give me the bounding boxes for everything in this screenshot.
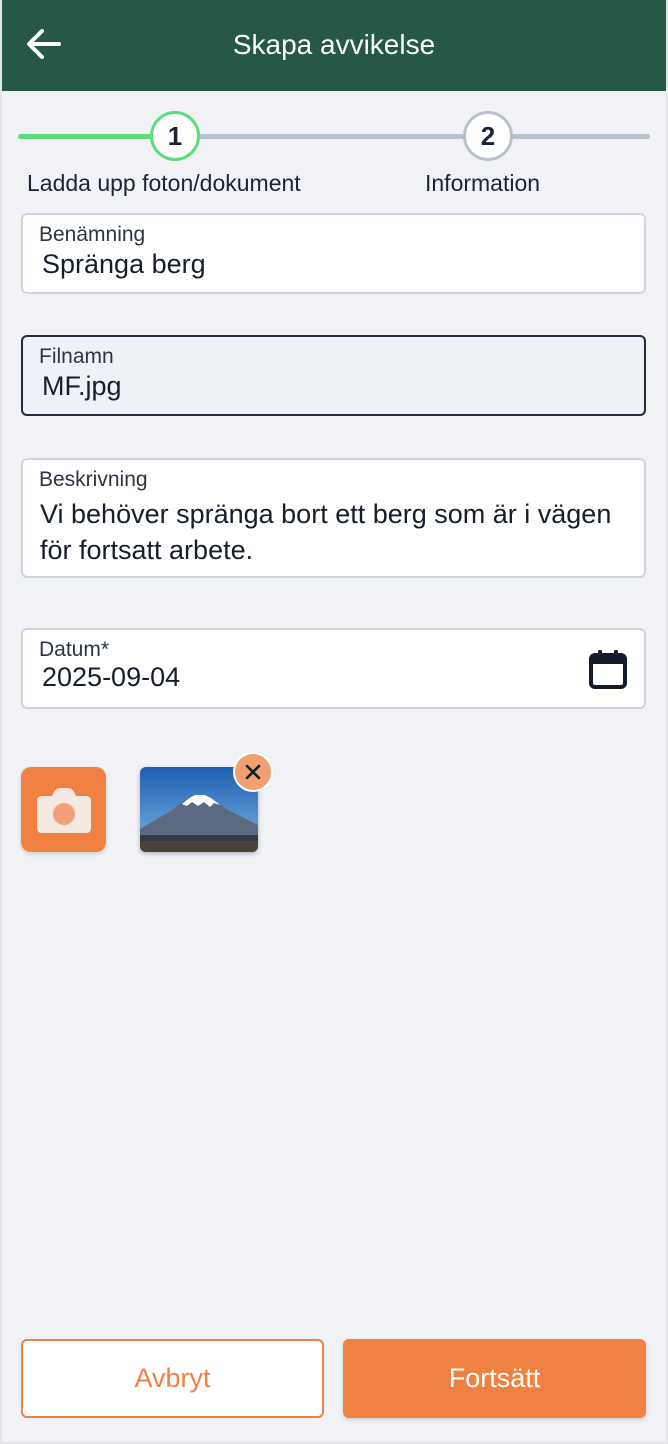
stepper-progress-line [18, 134, 154, 139]
name-field-value: Spränga berg [42, 249, 206, 279]
date-field[interactable]: Datum* 2025-09-04 [21, 628, 646, 709]
description-field-value: Vi behöver spränga bort ett berg som är … [40, 499, 612, 565]
step-1-label: Ladda upp foton/dokument [27, 170, 301, 196]
description-field-label: Beskrivning [39, 468, 148, 491]
calendar-icon [589, 650, 627, 689]
step-1-indicator: 1 [150, 111, 200, 161]
name-field[interactable]: Benämning Spränga berg [21, 213, 646, 294]
name-field-label: Benämning [39, 223, 146, 246]
filename-field-label: Filnamn [39, 345, 114, 368]
page-title: Skapa avvikelse [232, 29, 436, 60]
stepper-connector-line [198, 134, 466, 139]
step-2-label: Information [425, 170, 541, 196]
camera-icon [36, 787, 91, 833]
stepper-tail-line [510, 134, 650, 139]
app-header: Skapa avvikelse [0, 0, 668, 91]
close-icon [245, 764, 261, 780]
description-field[interactable]: Beskrivning Vi behöver spränga bort ett … [21, 458, 646, 578]
filename-field[interactable]: Filnamn MF.jpg [21, 335, 646, 416]
filename-field-value: MF.jpg [42, 371, 122, 401]
remove-attachment-button[interactable] [233, 752, 273, 792]
camera-button[interactable] [21, 767, 106, 852]
step-2-indicator: 2 [463, 111, 513, 161]
date-picker-button[interactable] [588, 648, 628, 690]
cancel-button[interactable]: Avbryt [21, 1339, 324, 1418]
date-field-value: 2025-09-04 [42, 662, 181, 692]
continue-button[interactable]: Fortsätt [343, 1339, 646, 1418]
